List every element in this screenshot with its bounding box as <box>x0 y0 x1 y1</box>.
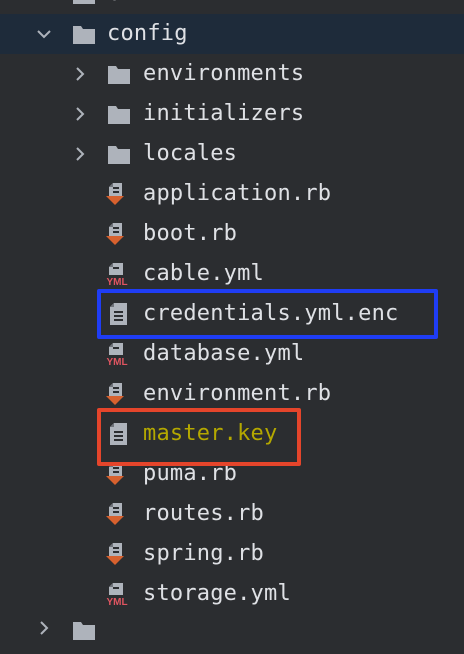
yml-badge: YML <box>106 597 127 606</box>
text-file-icon <box>110 303 127 325</box>
tree-item-label: environment.rb <box>143 381 332 406</box>
tree-item-label: bin <box>107 0 147 14</box>
tree-item-label: storage.yml <box>143 581 291 606</box>
yml-badge: YML <box>106 357 127 366</box>
yml-file-icon: YML <box>106 263 128 286</box>
tree-item-label: cable.yml <box>143 261 265 286</box>
tree-row-file[interactable]: spring.rb <box>0 534 464 574</box>
ruby-file-icon <box>106 223 124 245</box>
tree-row-file[interactable]: YML cable.yml <box>0 254 464 294</box>
tree-item-label: master.key <box>143 421 278 446</box>
chevron-right-icon[interactable] <box>72 106 88 122</box>
folder-icon <box>108 106 130 124</box>
tree-item-label: puma.rb <box>143 461 238 486</box>
yml-file-icon: YML <box>106 343 128 366</box>
ruby-file-icon <box>106 463 124 485</box>
tree-row-file[interactable]: application.rb <box>0 174 464 214</box>
tree-row-config[interactable]: config <box>0 14 464 54</box>
tree-row-folder[interactable]: initializers <box>0 94 464 134</box>
tree-row-file[interactable]: routes.rb <box>0 494 464 534</box>
tree-row-file[interactable]: credentials.yml.enc <box>0 294 464 334</box>
tree-item-label: database.yml <box>143 341 305 366</box>
tree-row-file[interactable]: YML database.yml <box>0 334 464 374</box>
text-file-icon <box>110 423 127 445</box>
tree-row-partial[interactable] <box>0 614 464 654</box>
tree-row-bin[interactable]: bin <box>0 0 464 14</box>
tree-row-file[interactable]: environment.rb <box>0 374 464 414</box>
yml-file-icon: YML <box>106 583 128 606</box>
folder-icon <box>73 622 95 640</box>
folder-icon <box>108 66 130 84</box>
folder-icon <box>73 0 95 4</box>
tree-row-folder[interactable]: locales <box>0 134 464 174</box>
tree-item-label: initializers <box>143 101 305 126</box>
folder-icon <box>108 146 130 164</box>
folder-icon <box>73 26 95 44</box>
tree-row-file[interactable]: puma.rb <box>0 454 464 494</box>
tree-item-label: locales <box>143 141 238 166</box>
yml-badge: YML <box>106 277 127 286</box>
chevron-right-icon[interactable] <box>72 146 88 162</box>
tree-item-label: spring.rb <box>143 541 265 566</box>
tree-item-label: config <box>107 21 188 46</box>
project-tree: bin config environments initializers <box>0 0 464 640</box>
ruby-file-icon <box>106 503 124 525</box>
tree-item-label: boot.rb <box>143 221 238 246</box>
ruby-file-icon <box>106 183 124 205</box>
chevron-right-icon[interactable] <box>72 66 88 82</box>
tree-row-folder[interactable]: environments <box>0 54 464 94</box>
tree-row-file[interactable]: YML storage.yml <box>0 574 464 614</box>
chevron-right-icon[interactable] <box>36 620 52 636</box>
tree-item-label: environments <box>143 61 305 86</box>
tree-row-file[interactable]: boot.rb <box>0 214 464 254</box>
chevron-down-icon[interactable] <box>36 26 52 42</box>
tree-item-label: application.rb <box>143 181 332 206</box>
ruby-file-icon <box>106 383 124 405</box>
tree-item-label: routes.rb <box>143 501 265 526</box>
tree-row-file[interactable]: master.key <box>0 414 464 454</box>
chevron-down-icon[interactable] <box>36 0 52 2</box>
tree-item-label: credentials.yml.enc <box>143 301 399 326</box>
ruby-file-icon <box>106 543 124 565</box>
